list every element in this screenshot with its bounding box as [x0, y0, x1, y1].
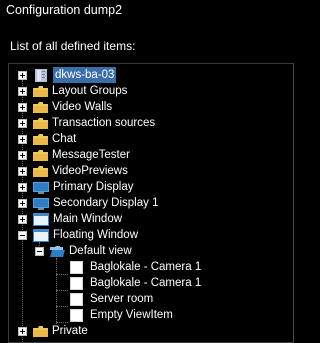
tree-item-label: Baglokale - Camera 1	[90, 261, 202, 273]
tree-item-videopreviews[interactable]: VideoPreviews	[18, 163, 128, 179]
tree-item-label: Video Walls	[52, 101, 113, 113]
view-item-icon	[70, 260, 83, 274]
tree-item-label: Empty ViewItem	[90, 309, 173, 321]
expand-toggle[interactable]	[18, 102, 27, 112]
view-item-icon	[70, 292, 83, 306]
tree-item-label: Baglokale - Camera 1	[90, 277, 202, 289]
monitor-icon	[33, 197, 49, 210]
tree-item-messagetester[interactable]: MessageTester	[18, 147, 130, 163]
expand-toggle[interactable]	[18, 150, 27, 160]
tree-connector	[56, 290, 68, 291]
view-item-icon	[70, 276, 83, 290]
tree-item-label: Private	[52, 325, 88, 337]
tree-item-secondary-display[interactable]: Secondary Display 1	[18, 195, 158, 211]
window-icon	[33, 212, 49, 226]
folder-icon	[33, 325, 48, 337]
tree-item-label: Layout Groups	[52, 85, 128, 97]
tree-item-label: Main Window	[53, 213, 123, 225]
tree-item-floating-window[interactable]: Floating Window	[18, 227, 138, 243]
tree-item-view-item[interactable]: Baglokale - Camera 1	[70, 259, 201, 275]
tree-item-transaction-sources[interactable]: Transaction sources	[18, 115, 155, 131]
tree-item-label: Chat	[52, 133, 77, 145]
item-tree[interactable]: dkws-ba-03 Layout Groups Video Walls Tra…	[8, 63, 294, 343]
tree-item-default-view[interactable]: Default view	[35, 243, 132, 259]
tree-item-view-item[interactable]: Server room	[70, 291, 153, 307]
folder-icon	[33, 165, 48, 177]
tree-item-label: Primary Display	[53, 181, 134, 193]
folder-icon	[33, 85, 48, 97]
tree-item-private[interactable]: Private	[18, 323, 88, 339]
expand-toggle[interactable]	[18, 182, 27, 192]
monitor-icon	[33, 181, 49, 194]
folder-icon	[33, 133, 48, 145]
expand-toggle[interactable]	[18, 198, 27, 208]
tree-item-view-item[interactable]: Empty ViewItem	[70, 307, 173, 323]
tree-connector	[56, 258, 57, 324]
expand-toggle[interactable]	[18, 326, 27, 336]
tree-item-label: dkws-ba-03	[53, 67, 117, 83]
expand-toggle[interactable]	[18, 166, 27, 176]
folder-icon	[33, 101, 48, 113]
tree-item-label: Secondary Display 1	[53, 197, 159, 209]
tree-connector	[56, 306, 68, 307]
tree-item-view-item[interactable]: Baglokale - Camera 1	[70, 275, 201, 291]
tree-item-label: Default view	[69, 245, 132, 257]
tree-item-layout-groups[interactable]: Layout Groups	[18, 83, 127, 99]
folder-icon	[33, 149, 48, 161]
expand-toggle[interactable]	[18, 86, 27, 96]
tree-root-item[interactable]: dkws-ba-03	[18, 67, 117, 83]
tree-item-label: MessageTester	[52, 149, 130, 161]
server-icon	[35, 68, 47, 82]
tree-connector	[56, 274, 68, 275]
folder-icon	[33, 117, 48, 129]
open-folder-icon	[50, 245, 65, 257]
view-item-icon	[70, 308, 83, 322]
tree-item-main-window[interactable]: Main Window	[18, 211, 122, 227]
expand-toggle[interactable]	[18, 214, 27, 224]
expand-toggle[interactable]	[18, 134, 27, 144]
window-title: Configuration dump2	[6, 3, 123, 17]
tree-item-label: Server room	[90, 293, 154, 305]
expand-toggle[interactable]	[18, 70, 27, 80]
tree-item-label: Transaction sources	[52, 117, 156, 129]
collapse-toggle[interactable]	[35, 246, 44, 256]
list-caption: List of all defined items:	[10, 39, 136, 53]
tree-item-label: Floating Window	[53, 229, 139, 241]
tree-item-video-walls[interactable]: Video Walls	[18, 99, 112, 115]
tree-item-label: VideoPreviews	[52, 165, 128, 177]
tree-item-primary-display[interactable]: Primary Display	[18, 179, 134, 195]
tree-item-chat[interactable]: Chat	[18, 131, 76, 147]
expand-toggle[interactable]	[18, 118, 27, 128]
window-icon	[33, 228, 49, 242]
collapse-toggle[interactable]	[18, 230, 27, 240]
